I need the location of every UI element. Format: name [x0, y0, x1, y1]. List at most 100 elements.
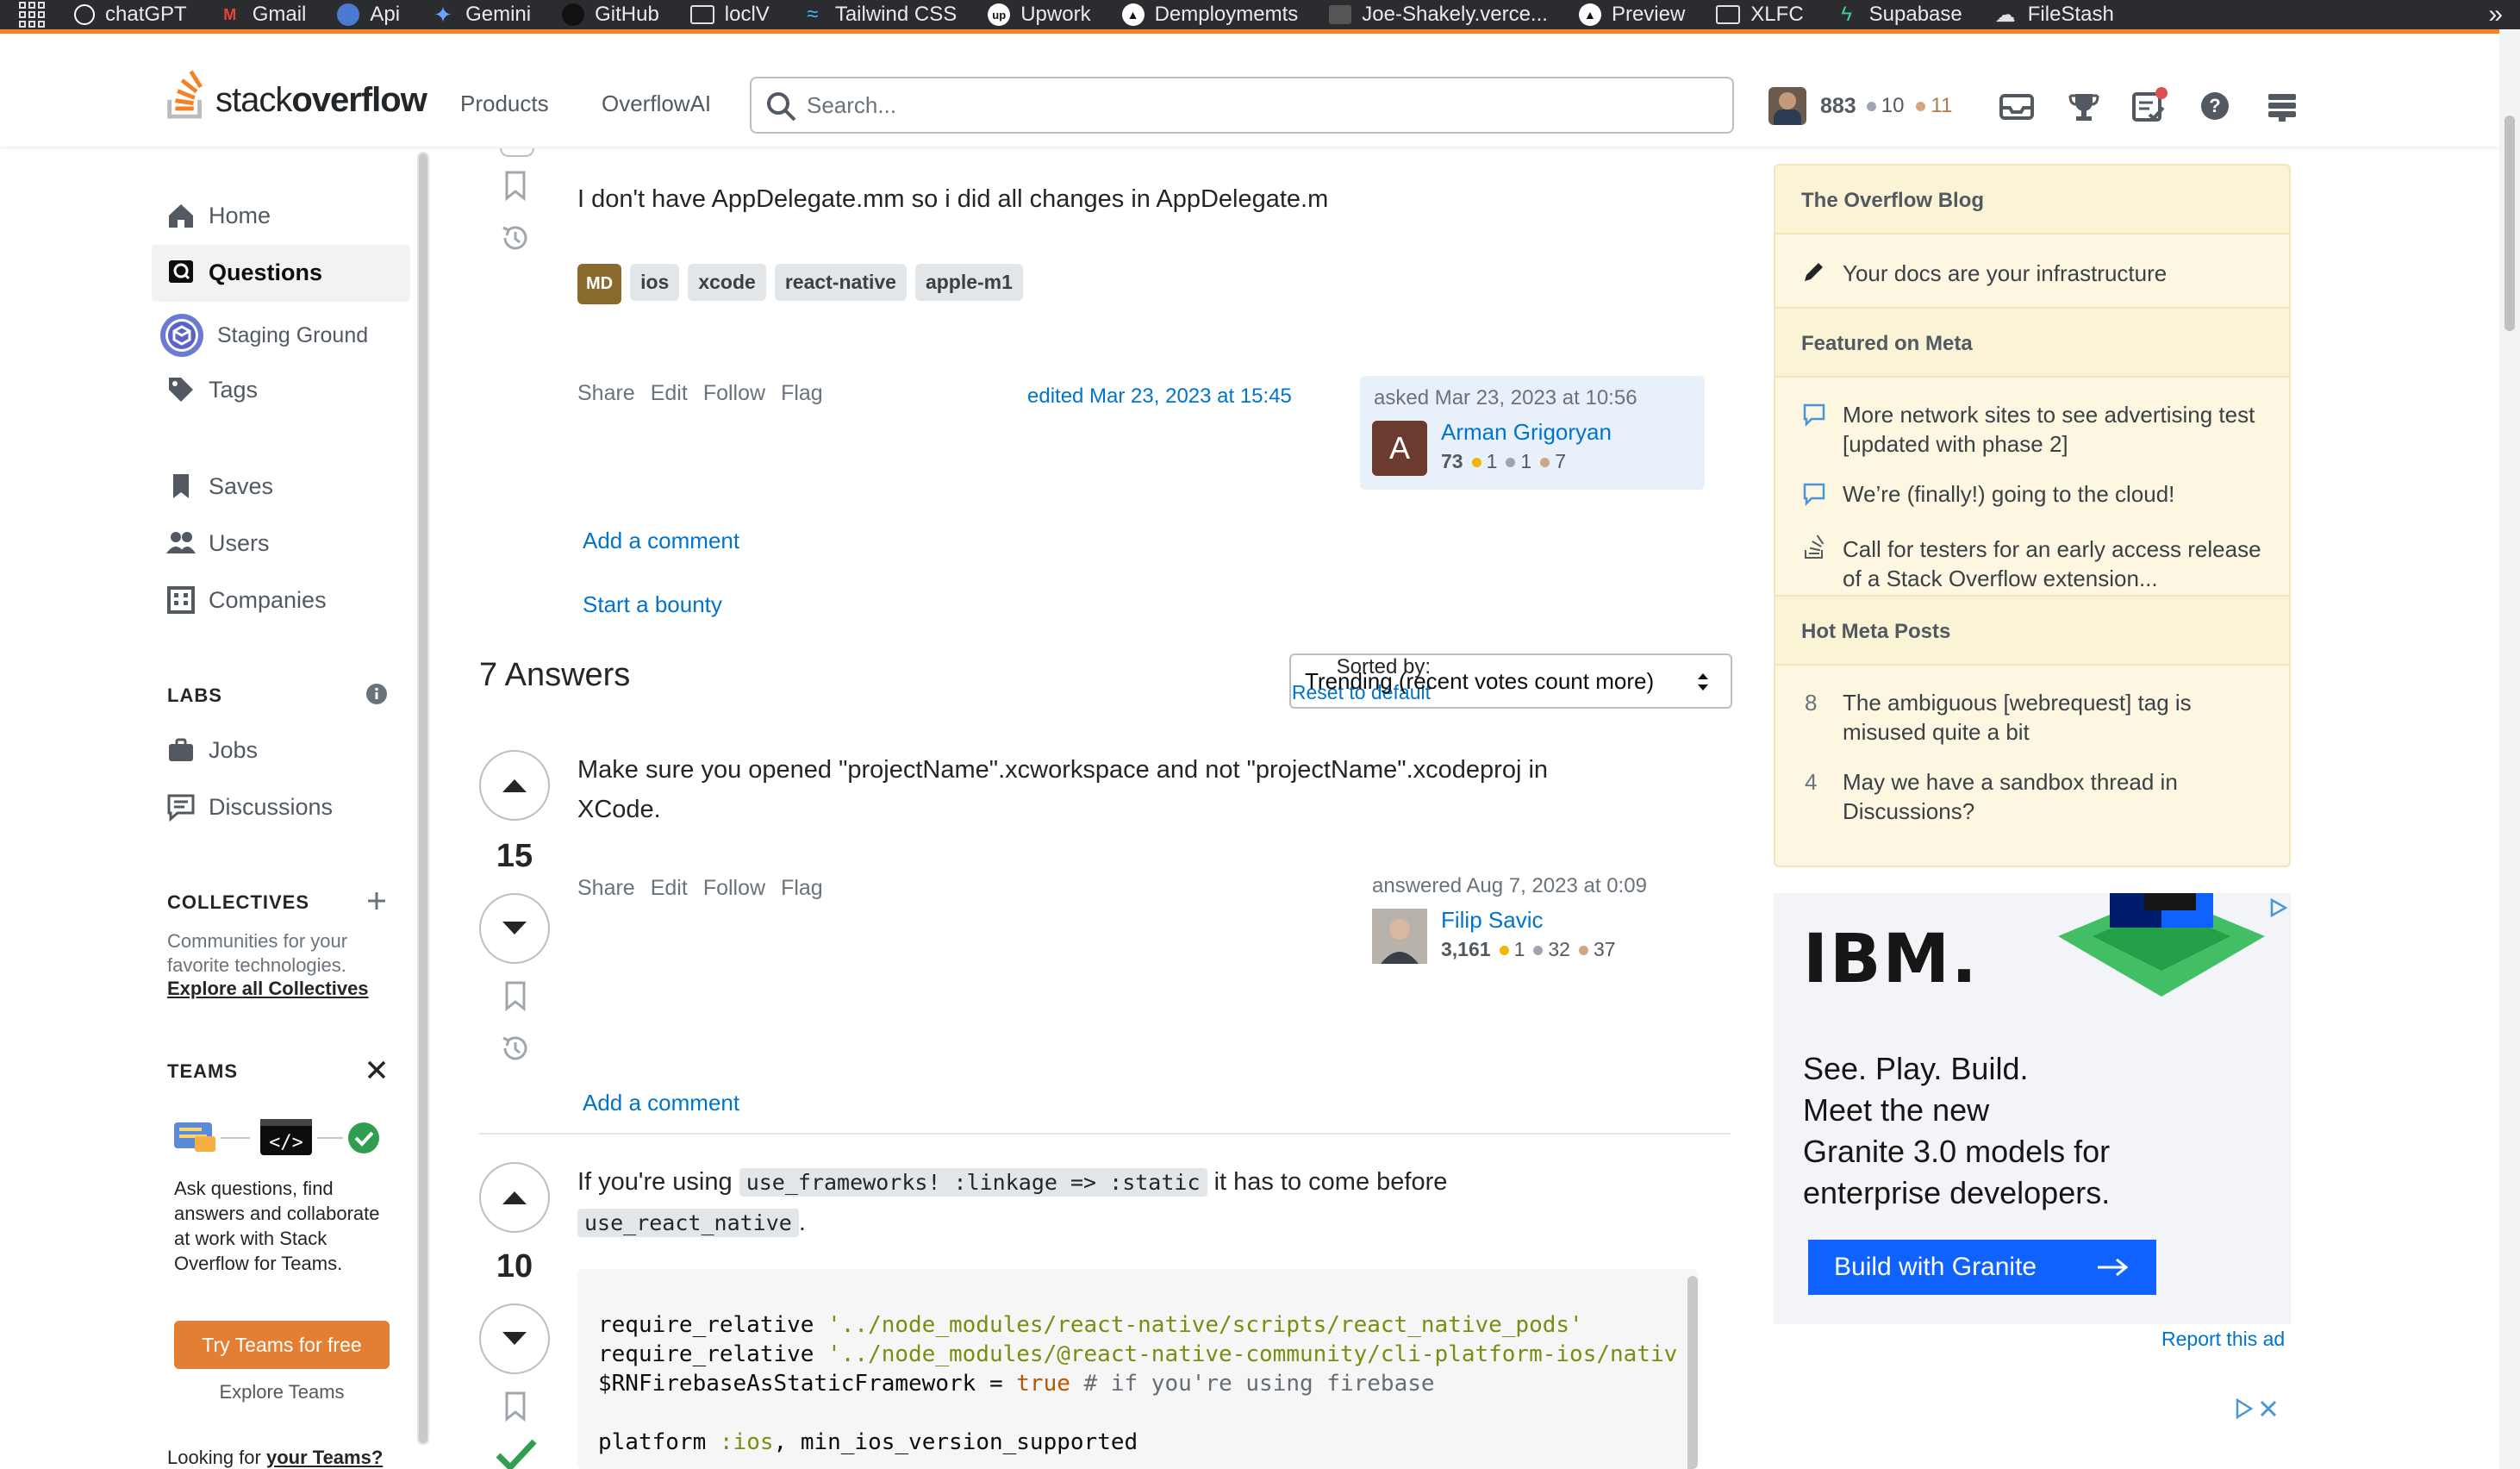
bookmark-preview[interactable]: ▲ Preview [1578, 3, 1685, 27]
avatar[interactable] [1372, 909, 1427, 964]
flag-link[interactable]: Flag [781, 381, 823, 405]
apps-grid-icon[interactable] [19, 2, 45, 28]
bookmark-icon[interactable] [502, 979, 529, 1012]
adchoices-icon[interactable] [2268, 898, 2287, 917]
avatar[interactable]: A [1372, 421, 1427, 476]
follow-link[interactable]: Follow [703, 876, 765, 900]
sidebar-item-saves[interactable]: Saves [165, 471, 273, 502]
bookmark-xlfc[interactable]: XLFC [1716, 3, 1804, 27]
ad-graphic-icon [2058, 893, 2265, 997]
sidebar-item-home[interactable]: Home [165, 200, 271, 231]
edited-timestamp[interactable]: edited Mar 23, 2023 at 15:45 [1027, 384, 1292, 409]
collective-badge[interactable]: MD [577, 264, 622, 304]
sidebar-item-discussions[interactable]: Discussions [165, 791, 333, 822]
info-icon[interactable] [365, 683, 388, 705]
add-comment-link[interactable]: Add a comment [583, 1090, 739, 1116]
bookmark-api[interactable]: Api [337, 3, 400, 27]
meta-heading: Featured on Meta [1775, 307, 2289, 378]
question-actions: Share Edit Follow Flag [577, 381, 839, 406]
explore-collectives-link[interactable]: Explore all Collectives [167, 978, 369, 1000]
achievements-icon[interactable] [2063, 85, 2105, 127]
flag-link[interactable]: Flag [781, 876, 823, 900]
silver-badge-count: 10 [1866, 94, 1904, 118]
gemini-icon: ✦ [434, 1, 452, 28]
history-icon[interactable] [498, 1031, 533, 1066]
bookmark-github[interactable]: GitHub [562, 3, 659, 27]
ad-banner[interactable]: IBM. See. Play. Build. Meet the new Gran… [1774, 893, 2291, 1324]
ad-close-icons[interactable] [2234, 1397, 2282, 1421]
sort-select[interactable]: Trending (recent votes count more) [1289, 653, 1732, 709]
downvote-button[interactable] [479, 1303, 550, 1374]
plus-icon[interactable] [365, 890, 388, 912]
close-icon[interactable] [365, 1059, 388, 1081]
home-icon [169, 204, 193, 228]
history-icon[interactable] [498, 221, 533, 255]
tag-apple-m1[interactable]: apple-m1 [914, 264, 1023, 301]
tag-react-native[interactable]: react-native [774, 264, 907, 301]
bookmark-chatgpt[interactable]: chatGPT [74, 3, 187, 27]
share-link[interactable]: Share [577, 381, 635, 405]
sidebar-item-jobs[interactable]: Jobs [165, 734, 258, 766]
nav-overflowai[interactable]: OverflowAI [602, 91, 711, 117]
author-name[interactable]: Filip Savic [1441, 907, 1543, 934]
bookmark-icon[interactable] [502, 1390, 529, 1422]
bookmark-filestash[interactable]: ☁ FileStash [1993, 3, 2114, 27]
teams-footer: Looking for your Teams? [167, 1447, 384, 1468]
vote-down-button-partial[interactable] [500, 148, 534, 157]
code-block: require_relative '../node_modules/react-… [577, 1269, 1698, 1469]
sidebar-scrollbar[interactable] [417, 152, 429, 1445]
sidebar-item-users[interactable]: Users [165, 528, 270, 559]
author-name[interactable]: Arman Grigoryan [1441, 419, 1612, 446]
sidebar-item-tags[interactable]: Tags [165, 374, 258, 405]
stackoverflow-logo[interactable]: stackoverflow [165, 68, 427, 120]
site-switcher-icon[interactable] [2261, 85, 2303, 127]
try-teams-button[interactable]: Try Teams for free [174, 1321, 390, 1369]
hot-meta-item[interactable]: May we have a sandbox thread in Discussi… [1843, 767, 2274, 826]
start-bounty-link[interactable]: Start a bounty [583, 591, 722, 618]
meta-item[interactable]: Call for testers for an early access rel… [1843, 534, 2274, 593]
sidebar-item-questions[interactable]: Questions [165, 257, 322, 288]
sidebar-item-companies[interactable]: Companies [165, 584, 327, 616]
nav-products[interactable]: Products [460, 91, 549, 117]
add-comment-link[interactable]: Add a comment [583, 528, 739, 554]
ad-headline: See. Play. Build. Meet the new Granite 3… [1803, 1051, 2111, 1210]
help-icon[interactable]: ? [2194, 85, 2236, 127]
upvote-button[interactable] [479, 1162, 550, 1233]
answer-divider [479, 1133, 1731, 1135]
your-teams-link[interactable]: your Teams? [266, 1447, 383, 1468]
ibm-logo: IBM. [1803, 921, 1979, 998]
bookmark-gmail[interactable]: M Gmail [218, 3, 306, 27]
bookmark-tailwind[interactable]: ≈ Tailwind CSS [801, 3, 957, 27]
bookmark-icon[interactable] [502, 169, 529, 202]
edit-link[interactable]: Edit [651, 876, 688, 900]
bookmark-loclv[interactable]: loclV [689, 3, 770, 27]
downvote-button[interactable] [479, 893, 550, 964]
chevron-double-right-icon[interactable]: » [2488, 0, 2503, 29]
tag-xcode[interactable]: xcode [688, 264, 766, 301]
share-link[interactable]: Share [577, 876, 635, 900]
search-input[interactable]: Search... [750, 77, 1734, 134]
follow-link[interactable]: Follow [703, 381, 765, 405]
tag-ios[interactable]: ios [630, 264, 680, 301]
bookmark-joe-shakely[interactable]: Joe-Shakely.verce... [1329, 3, 1548, 27]
meta-item[interactable]: More network sites to see advertising te… [1843, 400, 2274, 459]
code-scrollbar[interactable] [1687, 1276, 1698, 1469]
bookmark-supabase[interactable]: ϟ Supabase [1835, 3, 1962, 27]
bookmark-deployments[interactable]: ▲ Demploymemts [1121, 3, 1298, 27]
user-card[interactable]: 883 10 11 [1768, 82, 1964, 130]
review-queues-icon[interactable] [2129, 85, 2170, 127]
meta-item[interactable]: We’re (finally!) going to the cloud! [1843, 479, 2274, 509]
upvote-button[interactable] [479, 750, 550, 821]
edit-link[interactable]: Edit [651, 381, 688, 405]
folder-icon [1716, 5, 1741, 24]
inbox-icon[interactable] [1996, 85, 2037, 127]
bookmark-gemini[interactable]: ✦ Gemini [431, 1, 531, 28]
report-ad-link[interactable]: Report this ad [2161, 1328, 2285, 1351]
page-scrollbar[interactable] [2499, 29, 2520, 1469]
bookmark-upwork[interactable]: up Upwork [988, 3, 1091, 27]
explore-teams-link[interactable]: Explore Teams [174, 1381, 390, 1403]
build-with-granite-button[interactable]: Build with Granite [1808, 1240, 2156, 1295]
blog-item[interactable]: Your docs are your infrastructure [1843, 259, 2274, 288]
hot-meta-item[interactable]: The ambiguous [webrequest] tag is misuse… [1843, 688, 2274, 747]
sidebar-item-staging-ground[interactable]: Staging Ground [159, 312, 368, 359]
